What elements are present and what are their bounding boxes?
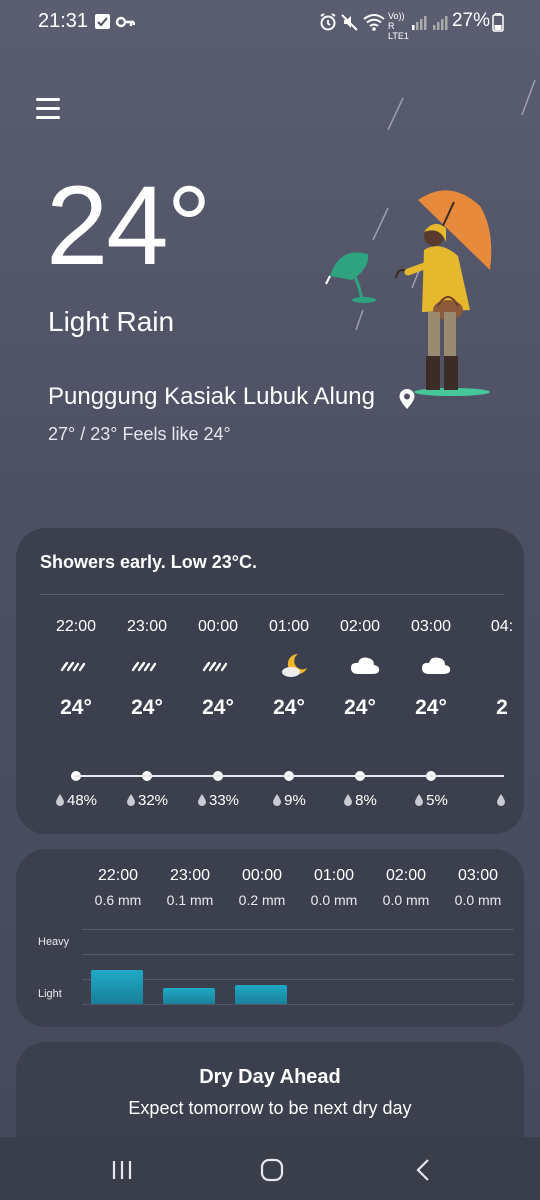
battery-percent: 27% bbox=[451, 10, 490, 31]
divider bbox=[40, 594, 504, 595]
raindrop-icon bbox=[126, 794, 135, 806]
precip-bar bbox=[91, 970, 143, 1004]
location-name[interactable]: Punggung Kasiak Lubuk Alung bbox=[48, 383, 375, 411]
rain-icon bbox=[60, 661, 86, 672]
precip-amount: 0.0 mm bbox=[454, 892, 502, 908]
precip-bar bbox=[235, 985, 287, 1004]
precip-probability-value: 5% bbox=[426, 792, 448, 809]
raindrop-icon bbox=[497, 794, 505, 806]
hour-time: 23:00 bbox=[126, 618, 168, 635]
precip-amount: 0.6 mm bbox=[94, 892, 142, 908]
mute-icon bbox=[341, 14, 358, 31]
moon-cloud-icon bbox=[282, 653, 307, 677]
hour-temperature: 24° bbox=[344, 696, 376, 719]
dry-day-title: Dry Day Ahead bbox=[199, 1066, 341, 1088]
battery-icon bbox=[492, 13, 504, 32]
precip-probability: 32% bbox=[111, 792, 183, 809]
level-label-light: Light bbox=[38, 988, 62, 1000]
raindrop-icon bbox=[197, 794, 206, 806]
precip-probability-value: 33% bbox=[208, 792, 240, 809]
level-label-heavy: Heavy bbox=[38, 936, 70, 948]
precip-hour-time: 03:00 bbox=[457, 867, 499, 884]
volte-label: Vo)) R LTE1 bbox=[388, 11, 409, 41]
precip-probability-value: 8% bbox=[355, 792, 377, 809]
precip-probability bbox=[466, 792, 524, 809]
wifi-icon bbox=[363, 14, 385, 31]
grid-line bbox=[82, 1004, 514, 1005]
precip-probability: 8% bbox=[324, 792, 396, 809]
hourly-forecast-card[interactable]: Showers early. Low 23°C. 22:00 24° 48% 23:0… bbox=[16, 528, 524, 834]
raindrop-icon bbox=[55, 794, 64, 806]
precip-probability: 48% bbox=[40, 792, 112, 809]
back-button[interactable] bbox=[404, 1155, 444, 1185]
current-condition: Light Rain bbox=[48, 306, 175, 337]
raindrop-icon bbox=[415, 794, 424, 806]
rain-icon bbox=[202, 661, 228, 672]
hour-temperature: 24° bbox=[415, 696, 447, 719]
checkbox-notification-icon bbox=[95, 14, 110, 29]
hour-time: 22:00 bbox=[55, 618, 97, 635]
precip-hour-time: 01:00 bbox=[313, 867, 355, 884]
hour-time: 03:00 bbox=[410, 618, 452, 635]
precip-amount: 0.0 mm bbox=[382, 892, 430, 908]
precip-amount: 0.0 mm bbox=[310, 892, 358, 908]
hour-time: 01:00 bbox=[268, 618, 310, 635]
signal-icon bbox=[412, 16, 427, 30]
precipitation-amount-card[interactable]: 22:00 0.6 mm 23:00 0.1 mm 00:00 0.2 mm 01:00 0.… bbox=[16, 849, 524, 1027]
status-time: 21:31 bbox=[38, 10, 89, 32]
location-pin-icon[interactable] bbox=[398, 388, 416, 410]
precip-hour-time: 22:00 bbox=[97, 867, 139, 884]
precip-hour-time: 00:00 bbox=[241, 867, 283, 884]
precip-probability: 5% bbox=[395, 792, 467, 809]
signal-2-icon bbox=[433, 16, 448, 30]
dry-day-text: Expect tomorrow to be next dry day bbox=[128, 1098, 412, 1118]
status-bar: 21:31 Vo)) R LTE1 27% bbox=[0, 0, 540, 44]
precip-probability-value: 48% bbox=[66, 792, 98, 809]
hour-temperature: 24° bbox=[131, 696, 163, 719]
raindrop-icon bbox=[273, 794, 282, 806]
forecast-summary: Showers early. Low 23°C. bbox=[40, 552, 257, 572]
current-temperature: 24° bbox=[46, 163, 211, 288]
navigation-bar bbox=[0, 1137, 540, 1200]
precip-timeline bbox=[74, 775, 504, 777]
precip-probability-value: 32% bbox=[137, 792, 169, 809]
menu-button[interactable] bbox=[36, 96, 62, 122]
recent-apps-button[interactable] bbox=[102, 1155, 142, 1185]
rain-icon bbox=[131, 661, 157, 672]
precip-probability-value: 9% bbox=[284, 792, 306, 809]
precip-bar bbox=[163, 988, 215, 1004]
grid-line bbox=[82, 979, 514, 980]
precip-amount: 0.2 mm bbox=[238, 892, 286, 908]
hour-temperature: 24° bbox=[60, 696, 92, 719]
rain-illustration bbox=[325, 79, 536, 396]
raindrop-icon bbox=[344, 794, 353, 806]
home-button[interactable] bbox=[252, 1155, 292, 1185]
cloud-icon bbox=[422, 657, 451, 674]
high-low-feels-like: 27° / 23° Feels like 24° bbox=[48, 424, 231, 444]
key-icon bbox=[115, 16, 135, 28]
precip-hour-time: 02:00 bbox=[385, 867, 427, 884]
moon-icon bbox=[513, 656, 523, 676]
hour-time: 04: bbox=[490, 618, 514, 635]
precip-hour-time: 23:00 bbox=[169, 867, 211, 884]
hour-temperature: 24° bbox=[273, 696, 305, 719]
precip-probability: 33% bbox=[182, 792, 254, 809]
grid-line bbox=[82, 929, 514, 930]
hour-time: 00:00 bbox=[197, 618, 239, 635]
precip-amount: 0.1 mm bbox=[166, 892, 214, 908]
hour-temperature: 2 bbox=[496, 696, 508, 719]
precip-probability: 9% bbox=[253, 792, 325, 809]
alarm-icon bbox=[320, 13, 336, 31]
grid-line bbox=[82, 954, 514, 955]
hour-temperature: 24° bbox=[202, 696, 234, 719]
cloud-icon bbox=[351, 657, 380, 674]
menu-icon bbox=[36, 98, 60, 101]
hour-time: 02:00 bbox=[339, 618, 381, 635]
